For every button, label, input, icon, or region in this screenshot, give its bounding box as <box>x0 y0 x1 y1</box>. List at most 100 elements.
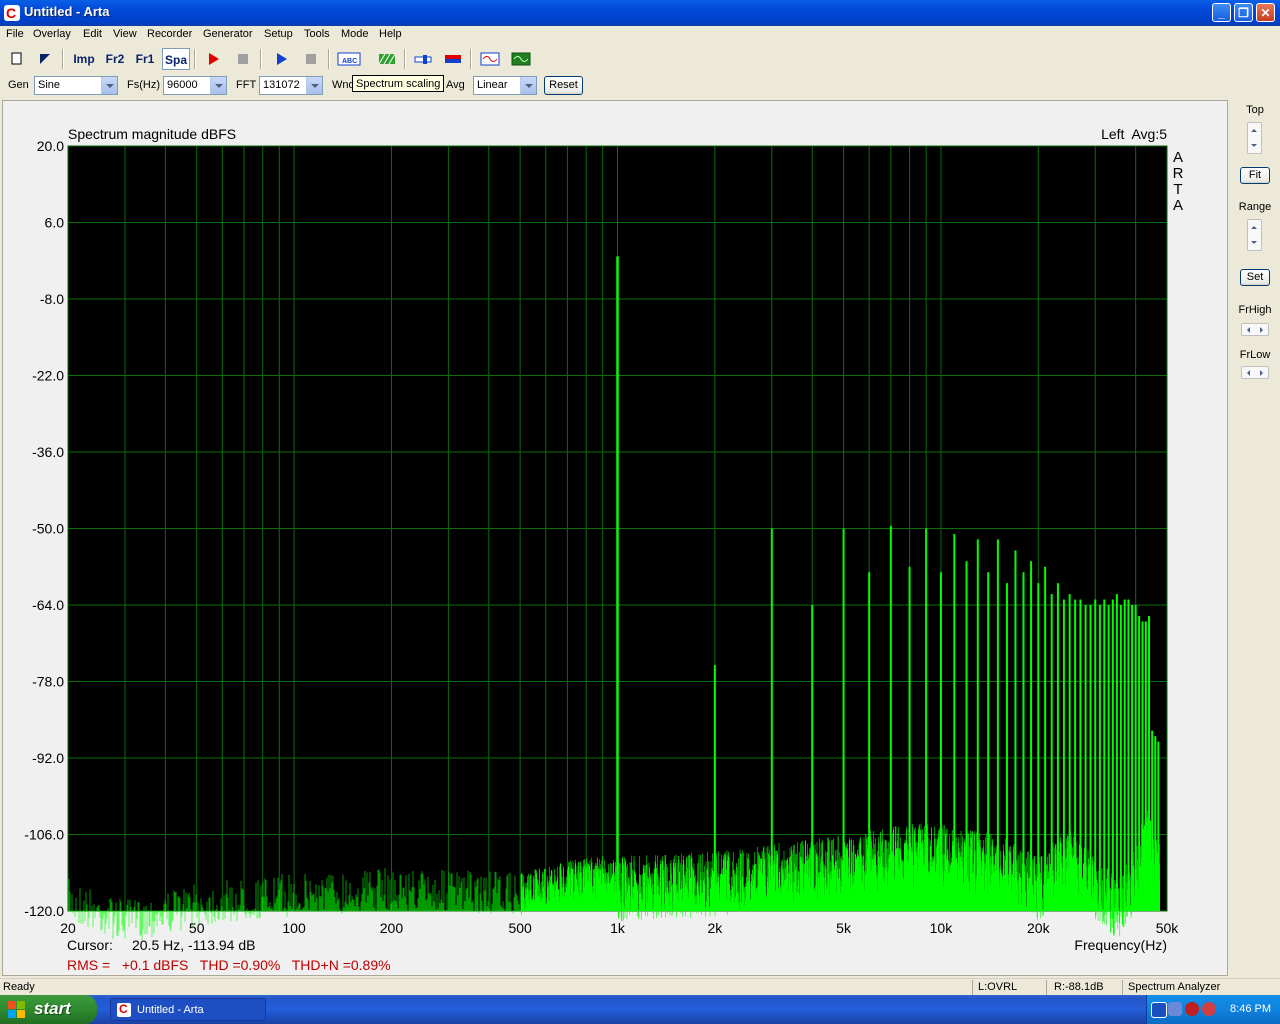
spa-mode-button[interactable]: Spa <box>162 48 190 70</box>
menu-setup[interactable]: Setup <box>264 28 293 40</box>
arrow-right-icon[interactable] <box>1260 370 1263 376</box>
status-right-level: R:-88.1dB <box>1054 981 1104 993</box>
frlow-stepper[interactable] <box>1241 366 1269 379</box>
x-tick-labels: 20 50 100 200 500 1k 2k 5k 10k 20k 50k <box>60 920 1179 936</box>
menu-bar: File Overlay Edit View Recorder Generato… <box>0 26 1280 45</box>
generator-play-icon[interactable] <box>270 48 292 70</box>
watermark-letter: A <box>1173 149 1183 166</box>
scale-panel: Top Fit Range Set FrHigh FrLow <box>1232 100 1278 400</box>
status-ready: Ready <box>3 981 35 993</box>
tray-arrow-icon[interactable] <box>1151 1002 1167 1018</box>
fs-select[interactable]: 96000 <box>163 76 227 95</box>
main-toolbar: Imp Fr2 Fr1 Spa ABC <box>0 47 1280 71</box>
fft-select[interactable]: 131072 <box>259 76 323 95</box>
y-tick-label: -22.0 <box>32 368 64 384</box>
windows-logo-icon <box>8 1001 25 1018</box>
network-icon[interactable] <box>1168 1002 1182 1016</box>
svg-text:ABC: ABC <box>342 58 357 65</box>
impulse-mode-button[interactable]: Imp <box>70 48 98 70</box>
window-title: Untitled - Arta <box>24 4 110 19</box>
y-tick-label: -64.0 <box>32 597 64 613</box>
x-tick-label: 50 <box>189 920 205 936</box>
record-play-icon[interactable] <box>202 48 224 70</box>
menu-recorder[interactable]: Recorder <box>147 28 192 40</box>
fr2-mode-button[interactable]: Fr2 <box>102 48 128 70</box>
avg-label: Avg <box>446 79 465 91</box>
menu-generator[interactable]: Generator <box>203 28 253 40</box>
menu-tools[interactable]: Tools <box>304 28 330 40</box>
spectrum-scaling-icon[interactable]: ABC <box>336 48 362 70</box>
arrow-left-icon[interactable] <box>1247 370 1250 376</box>
y-tick-label: -78.0 <box>32 674 64 690</box>
menu-help[interactable]: Help <box>379 28 402 40</box>
x-tick-label: 50k <box>1156 920 1180 936</box>
open-file-icon[interactable] <box>34 48 56 70</box>
antivirus-icon[interactable] <box>1202 1002 1216 1016</box>
generator-stop-icon[interactable] <box>300 48 322 70</box>
signal-generator-icon[interactable] <box>479 48 501 70</box>
status-bar: Ready L:OVRL R:-88.1dB Spectrum Analyzer <box>0 978 1280 996</box>
watermark-letter: A <box>1173 197 1183 214</box>
start-button[interactable]: start <box>0 995 97 1024</box>
menu-file[interactable]: File <box>6 28 24 40</box>
fr1-mode-button[interactable]: Fr1 <box>132 48 158 70</box>
y-tick-label: -120.0 <box>24 903 64 919</box>
chevron-down-icon[interactable] <box>101 77 117 94</box>
frhigh-stepper[interactable] <box>1241 323 1269 336</box>
menu-edit[interactable]: Edit <box>83 28 102 40</box>
cursor-readout: 20.5 Hz, -113.94 dB <box>132 937 255 953</box>
frlow-label: FrLow <box>1239 349 1271 361</box>
menu-mode[interactable]: Mode <box>341 28 369 40</box>
arta-app-icon <box>117 1002 131 1017</box>
chevron-down-icon[interactable] <box>210 77 226 94</box>
arrow-up-icon[interactable] <box>1251 226 1257 229</box>
menu-view[interactable]: View <box>113 28 137 40</box>
taskbar-item-arta[interactable]: Untitled - Arta <box>110 998 266 1021</box>
channel-info: Left Avg:5 <box>1101 126 1167 142</box>
taskbar: start Untitled - Arta 8:46 PM <box>0 995 1280 1024</box>
reset-button[interactable]: Reset <box>544 76 583 95</box>
maximize-button[interactable]: ❐ <box>1234 3 1253 22</box>
y-tick-label: 20.0 <box>37 138 64 154</box>
chevron-down-icon[interactable] <box>520 77 536 94</box>
x-tick-label: 200 <box>380 920 404 936</box>
arrow-up-icon[interactable] <box>1251 129 1257 132</box>
top-spinner[interactable] <box>1247 122 1262 154</box>
y-tick-label: -8.0 <box>40 291 64 307</box>
color-pattern-icon[interactable] <box>376 48 398 70</box>
arrow-right-icon[interactable] <box>1260 327 1263 333</box>
status-overload: L:OVRL <box>978 981 1018 993</box>
x-tick-label: 20 <box>60 920 76 936</box>
arrow-down-icon[interactable] <box>1251 144 1257 147</box>
range-label: Range <box>1238 201 1272 213</box>
spectrum-panel: 20.0 6.0 -8.0 -22.0 -36.0 -50.0 -64.0 -78.0 -92.… <box>2 100 1228 976</box>
minimize-button[interactable]: _ <box>1212 3 1231 22</box>
range-spinner[interactable] <box>1247 219 1262 251</box>
avg-select[interactable]: Linear <box>473 76 537 95</box>
arta-watermark: ARTA <box>1173 149 1184 214</box>
frhigh-label: FrHigh <box>1238 304 1272 316</box>
calibration-icon[interactable] <box>442 48 464 70</box>
chevron-down-icon[interactable] <box>306 77 322 94</box>
x-tick-label: 2k <box>707 920 723 936</box>
level-meter-icon[interactable] <box>412 48 434 70</box>
arrow-left-icon[interactable] <box>1247 327 1250 333</box>
system-tray: 8:46 PM <box>1146 995 1280 1024</box>
fit-button[interactable]: Fit <box>1240 167 1270 184</box>
record-stop-icon[interactable] <box>232 48 254 70</box>
arrow-down-icon[interactable] <box>1251 241 1257 244</box>
set-button[interactable]: Set <box>1240 269 1270 286</box>
settings-toolbar: Gen Sine Fs(Hz) 96000 FFT 131072 Wnd Avg… <box>0 73 1280 97</box>
oscilloscope-icon[interactable] <box>510 48 532 70</box>
gen-label: Gen <box>8 79 29 91</box>
gen-select[interactable]: Sine <box>34 76 118 95</box>
new-file-icon[interactable] <box>5 48 27 70</box>
security-shield-icon[interactable] <box>1185 1002 1199 1016</box>
y-tick-label: -106.0 <box>24 827 64 843</box>
menu-overlay[interactable]: Overlay <box>33 28 71 40</box>
spectrum-chart[interactable]: 20.0 6.0 -8.0 -22.0 -36.0 -50.0 -64.0 -78.0 -92.… <box>3 101 1227 975</box>
x-tick-label: 500 <box>508 920 532 936</box>
app-icon[interactable] <box>4 5 20 21</box>
x-axis-label: Frequency(Hz) <box>1074 937 1167 953</box>
close-button[interactable]: ✕ <box>1256 3 1275 22</box>
